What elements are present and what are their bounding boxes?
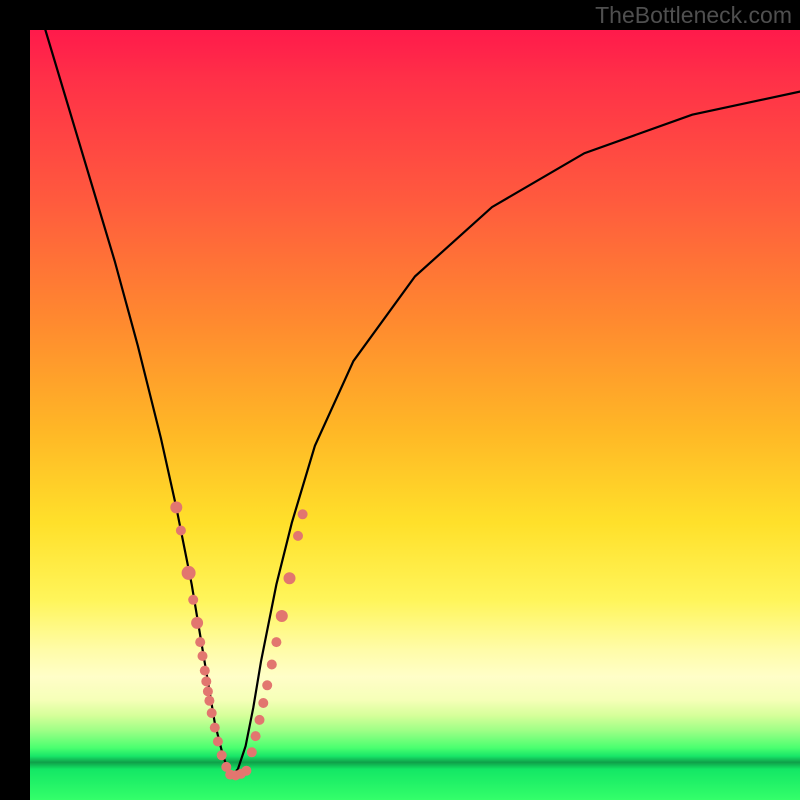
data-point (204, 696, 214, 706)
data-point (182, 566, 196, 580)
data-point (201, 676, 211, 686)
data-point (213, 737, 223, 747)
data-point (170, 501, 182, 513)
data-point (262, 680, 272, 690)
data-point (188, 595, 198, 605)
curve-layer (30, 30, 800, 800)
data-point (255, 715, 265, 725)
data-point (293, 531, 303, 541)
data-point (276, 610, 288, 622)
data-point (207, 708, 217, 718)
data-point (247, 747, 257, 757)
data-point (251, 731, 261, 741)
data-point (200, 666, 210, 676)
bottleneck-curve (45, 30, 800, 777)
data-point (210, 723, 220, 733)
chart-outer-frame: TheBottleneck.com (0, 0, 800, 800)
data-point (258, 698, 268, 708)
data-point (195, 637, 205, 647)
data-point (203, 686, 213, 696)
data-point (176, 526, 186, 536)
data-point (191, 617, 203, 629)
data-point (241, 766, 251, 776)
data-point (284, 572, 296, 584)
data-point (198, 651, 208, 661)
data-point (271, 637, 281, 647)
data-point (298, 509, 308, 519)
data-point (267, 660, 277, 670)
data-point (217, 750, 227, 760)
watermark-text: TheBottleneck.com (595, 2, 792, 29)
plot-area (30, 30, 800, 800)
